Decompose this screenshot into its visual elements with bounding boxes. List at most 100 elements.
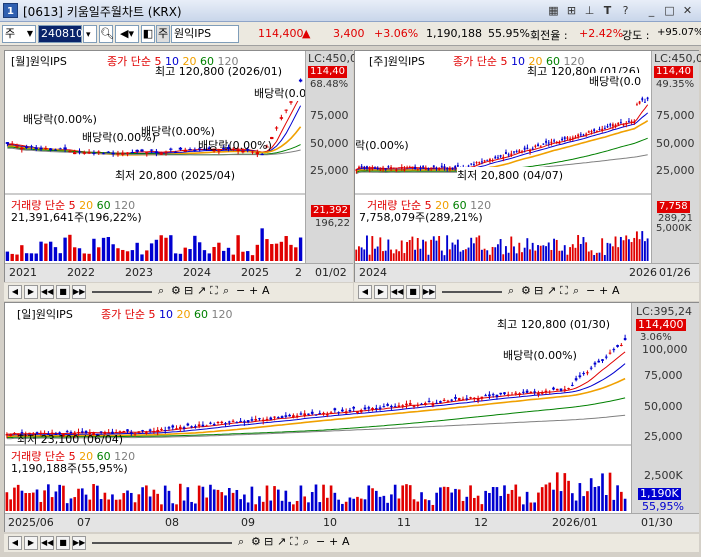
fullscreen-icon[interactable]: ⛶ <box>210 284 218 298</box>
candle <box>258 418 261 420</box>
volume-bar <box>486 250 489 261</box>
quote-bar: 주 ▼ 240810 ▾ 🔍︎ ◀▾ ◧ 주 원익IPS 114,400 ▲ 3,… <box>0 22 701 46</box>
volume-bar <box>609 243 612 261</box>
weekly-title: [주]원익IPS <box>369 55 425 68</box>
scroll-right-icon[interactable]: ▶ <box>24 285 38 299</box>
candle <box>398 167 400 169</box>
settings-icon[interactable]: ⊟ <box>534 284 543 297</box>
scroll-left-icon[interactable]: ◀ <box>8 536 22 550</box>
search-icon[interactable]: ⌕ <box>508 284 514 298</box>
search-icon[interactable]: 🔍︎ <box>99 25 114 43</box>
speaker-icon[interactable]: ◀▾ <box>115 25 139 43</box>
group-icon[interactable]: ◧ <box>141 25 155 43</box>
rewind-icon[interactable]: ◀◀ <box>40 285 54 299</box>
candle <box>15 146 19 148</box>
settings-icon[interactable]: ⊟ <box>264 535 273 548</box>
gear-icon[interactable]: ⚙ <box>171 284 181 297</box>
volume-bar <box>160 504 163 511</box>
volume-bar <box>469 485 472 511</box>
maximize-icon[interactable]: □ <box>662 3 677 18</box>
fast-forward-icon[interactable]: ▶▶ <box>72 285 86 299</box>
search-icon[interactable]: ⌕ <box>238 535 244 549</box>
settings-icon[interactable]: ⊟ <box>184 284 193 297</box>
zoom-in-icon[interactable]: + <box>329 535 338 548</box>
fast-forward-icon[interactable]: ▶▶ <box>422 285 436 299</box>
candle <box>333 408 337 411</box>
candle <box>427 169 430 171</box>
volume-bar <box>111 244 115 261</box>
candle <box>555 388 559 391</box>
fullscreen-icon[interactable]: ⛶ <box>290 535 298 549</box>
candle <box>558 141 561 144</box>
candle <box>145 152 149 154</box>
zoom-out-icon[interactable]: − <box>236 284 245 297</box>
volume-bar <box>310 492 314 511</box>
zoom-in-icon[interactable]: + <box>249 284 258 297</box>
candle <box>526 147 529 150</box>
x-tick: 08 <box>165 516 179 529</box>
help-icon[interactable]: ? <box>618 3 633 18</box>
trend-icon[interactable]: ↗ <box>277 535 286 548</box>
dividend-annotation: 배당락(0.00%) <box>503 349 577 362</box>
candle <box>186 423 190 426</box>
candle <box>111 152 115 155</box>
zoom-slider[interactable] <box>92 291 152 293</box>
zoom-in-icon[interactable]: + <box>599 284 608 297</box>
zoom-icon[interactable]: ⌕ <box>303 535 309 549</box>
gear-icon[interactable]: ⚙ <box>521 284 531 297</box>
text-icon[interactable]: T <box>600 3 615 18</box>
minimize-icon[interactable]: _ <box>644 3 659 18</box>
candle <box>82 152 86 154</box>
stop-icon[interactable]: ■ <box>56 285 70 299</box>
link-icon[interactable]: ▦ <box>546 3 561 18</box>
search-icon[interactable]: ⌕ <box>158 284 164 298</box>
volume-bar <box>494 247 497 261</box>
candle <box>578 375 582 378</box>
stop-icon[interactable]: ■ <box>406 285 420 299</box>
trend-icon[interactable]: ↗ <box>197 284 206 297</box>
trend-icon[interactable]: ↗ <box>547 284 556 297</box>
pin-icon[interactable]: ⊥ <box>582 3 597 18</box>
fullscreen-icon[interactable]: ⛶ <box>560 284 568 298</box>
candle <box>337 412 340 414</box>
auto-icon[interactable]: A <box>262 284 270 297</box>
rewind-icon[interactable]: ◀◀ <box>390 285 404 299</box>
auto-icon[interactable]: A <box>342 535 350 548</box>
gear-icon[interactable]: ⚙ <box>251 535 261 548</box>
turnover-label: 회전율 : <box>530 29 568 42</box>
candle <box>416 168 419 170</box>
code-input[interactable]: 240810 <box>38 25 83 43</box>
volume-pct: 55.95% <box>488 27 530 40</box>
candle <box>260 154 264 156</box>
stop-icon[interactable]: ■ <box>56 536 70 550</box>
candle <box>612 349 616 351</box>
zoom-slider[interactable] <box>92 542 232 544</box>
layout-icon[interactable]: ⊞ <box>564 3 579 18</box>
volume-bar <box>619 236 622 261</box>
candle <box>595 130 598 132</box>
volume-bar <box>525 491 529 511</box>
scroll-left-icon[interactable]: ◀ <box>8 285 22 299</box>
scroll-right-icon[interactable]: ▶ <box>24 536 38 550</box>
auto-icon[interactable]: A <box>612 284 620 297</box>
zoom-icon[interactable]: ⌕ <box>223 284 229 298</box>
volume-bar <box>152 489 156 511</box>
zoom-slider[interactable] <box>442 291 502 293</box>
zoom-out-icon[interactable]: − <box>586 284 595 297</box>
candle <box>533 391 536 393</box>
volume-bar <box>356 496 359 511</box>
candle <box>299 413 303 415</box>
close-icon[interactable]: ✕ <box>680 3 695 18</box>
rewind-icon[interactable]: ◀◀ <box>40 536 54 550</box>
scroll-right-icon[interactable]: ▶ <box>374 285 388 299</box>
volume-bar <box>601 473 604 511</box>
market-select[interactable]: 주 ▼ <box>2 25 36 43</box>
scroll-left-icon[interactable]: ◀ <box>358 285 372 299</box>
search-icon[interactable]: ▾ <box>83 25 97 43</box>
zoom-icon[interactable]: ⌕ <box>573 284 579 298</box>
zoom-out-icon[interactable]: − <box>316 535 325 548</box>
volume-bar <box>48 241 53 261</box>
candle <box>555 141 558 143</box>
fast-forward-icon[interactable]: ▶▶ <box>72 536 86 550</box>
volume-bar <box>566 254 569 261</box>
